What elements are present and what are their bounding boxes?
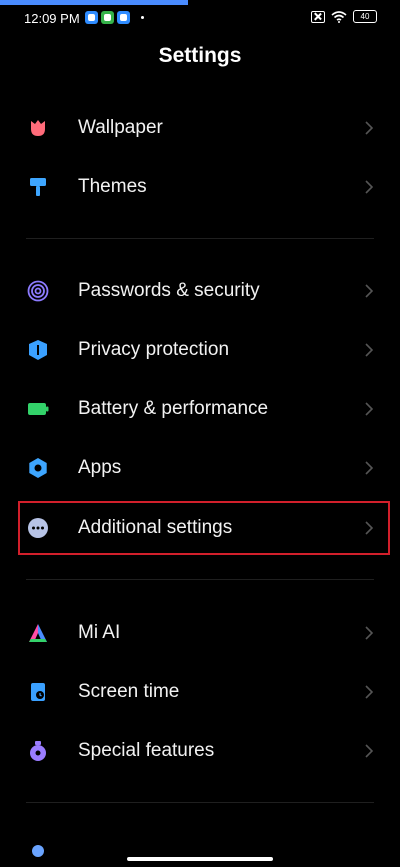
chevron-right-icon (365, 284, 374, 298)
more-notifications-dot-icon (141, 16, 144, 19)
highlight-box (18, 501, 390, 555)
settings-item-privacy-protection[interactable]: Privacy protection (0, 322, 400, 378)
section-divider (26, 802, 374, 803)
top-accent-bar (0, 0, 188, 5)
settings-item-label: Battery & performance (78, 398, 269, 419)
settings-item-wallpaper[interactable]: Wallpaper (0, 100, 400, 156)
settings-screen: 12:09 PM 40 Settings Wallpaper Themes Pa… (0, 0, 400, 867)
settings-item-themes[interactable]: Themes (0, 159, 400, 215)
status-bar: 12:09 PM 40 (0, 6, 400, 30)
gear-icon (29, 458, 47, 478)
notification-app-icon (117, 11, 130, 24)
chevron-right-icon (365, 461, 374, 475)
notification-app-icon (85, 11, 98, 24)
no-sim-icon (311, 10, 325, 23)
battery-icon: 40 (353, 10, 377, 23)
settings-item-special-features[interactable]: Special features (0, 723, 400, 779)
potion-icon (30, 741, 46, 761)
chevron-right-icon (365, 343, 374, 357)
mi-ai-icon (29, 624, 47, 642)
page-title: Settings (158, 44, 242, 67)
shield-icon (29, 340, 47, 360)
settings-item-label: Passwords & security (78, 280, 260, 301)
battery-icon (28, 403, 49, 415)
settings-item-label: Mi AI (78, 622, 121, 643)
settings-item-label: Special features (78, 740, 215, 761)
partial-row-icon (32, 845, 44, 857)
settings-item-label: Screen time (78, 681, 180, 702)
settings-item-battery-performance[interactable]: Battery & performance (0, 381, 400, 437)
tulip-icon (31, 120, 45, 136)
chevron-right-icon (365, 685, 374, 699)
chevron-right-icon (365, 626, 374, 640)
notification-app-icon (101, 11, 114, 24)
chevron-right-icon (365, 121, 374, 135)
section-divider (26, 579, 374, 580)
home-indicator[interactable] (127, 857, 273, 861)
settings-item-apps[interactable]: Apps (0, 440, 400, 496)
settings-item-screen-time[interactable]: Screen time (0, 664, 400, 720)
settings-item-mi-ai[interactable]: Mi AI (0, 605, 400, 661)
status-indicators: 40 (311, 10, 377, 23)
notification-icons (85, 11, 144, 24)
chevron-right-icon (365, 180, 374, 194)
section-divider (26, 238, 374, 239)
settings-item-label: Privacy protection (78, 339, 230, 360)
settings-item-label: Apps (78, 457, 122, 478)
hourglass-icon (31, 683, 45, 701)
battery-level: 40 (360, 12, 370, 21)
settings-item-label: Themes (78, 176, 147, 197)
wifi-icon (331, 10, 347, 23)
settings-item-label: Wallpaper (78, 117, 163, 138)
chevron-right-icon (365, 402, 374, 416)
paint-roller-icon (30, 178, 46, 196)
fingerprint-icon (27, 280, 49, 302)
status-time: 12:09 PM (24, 11, 80, 26)
chevron-right-icon (365, 744, 374, 758)
settings-item-passwords-security[interactable]: Passwords & security (0, 263, 400, 319)
